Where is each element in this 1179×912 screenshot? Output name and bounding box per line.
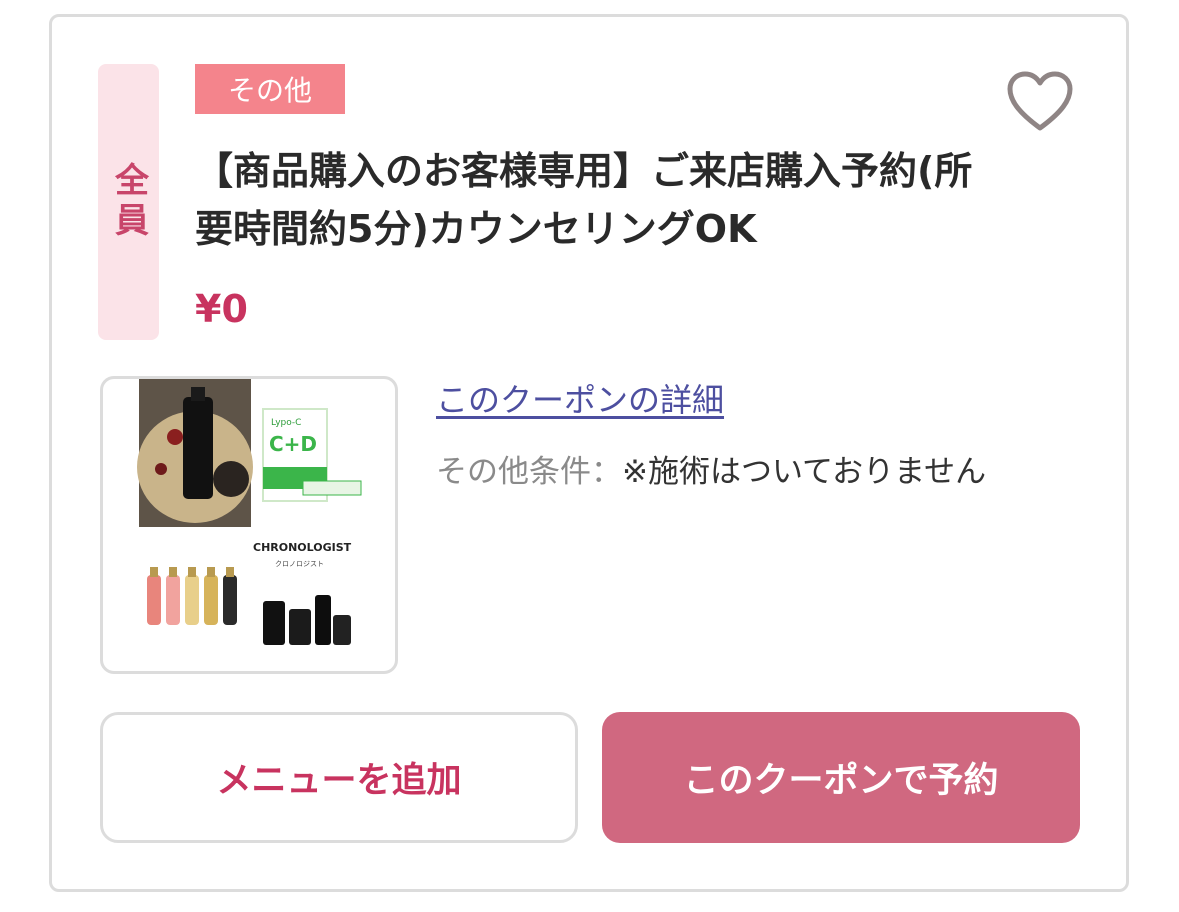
coupon-title: 【商品購入のお客様専用】ご来店購入予約(所要時間約5分)カウンセリングOK <box>195 149 973 251</box>
add-menu-button[interactable]: メニューを追加 <box>100 712 578 843</box>
image-product-text: C+D <box>269 432 317 456</box>
category-tag: その他 <box>195 64 345 114</box>
coupon-price: ¥0 <box>195 287 248 331</box>
target-badge: 全員 <box>98 64 159 340</box>
target-badge-label: 全員 <box>108 162 149 242</box>
coupon-detail-link[interactable]: このクーポンの詳細 <box>436 378 724 422</box>
coupon-conditions: その他条件：※施術はついておりません <box>436 450 986 494</box>
coupon-image: Lypo-C C+D CHRONOLOGIST クロノロジスト <box>100 376 398 674</box>
image-brand-text: Lypo-C <box>271 418 301 428</box>
image-brand2-text: CHRONOLOGIST <box>253 541 352 554</box>
conditions-label: その他条件： <box>436 454 622 490</box>
heart-icon[interactable] <box>1006 70 1074 134</box>
image-brand2-sub-text: クロノロジスト <box>275 560 324 568</box>
conditions-value: ※施術はついておりません <box>622 454 987 490</box>
reserve-button[interactable]: このクーポンで予約 <box>602 712 1080 843</box>
